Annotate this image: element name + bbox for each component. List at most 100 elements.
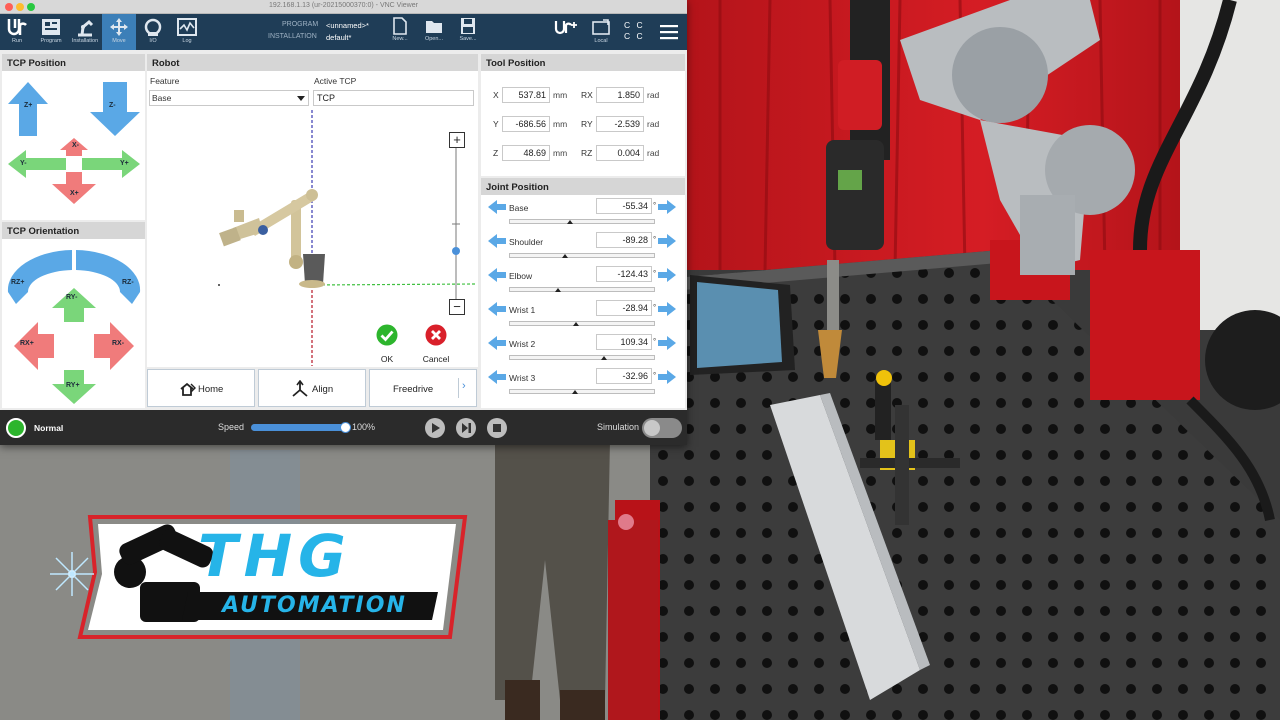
joint-unit: ° [653,337,657,346]
home-button[interactable]: Home [147,369,255,407]
new-program-button[interactable]: New... [385,14,415,50]
rz-minus-label[interactable]: RZ- [122,279,134,286]
ry-minus-label[interactable]: RY- [66,294,77,301]
tool-rz-axis: RZ [581,148,593,158]
ur-plus-icon [554,21,577,35]
arrow-left-icon [487,234,507,253]
rx-plus-label[interactable]: RX+ [20,340,34,347]
ok-button[interactable]: OK [375,324,399,364]
joint-value-field[interactable]: -28.94 [596,300,652,316]
tcp-orientation-title: TCP Orientation [2,222,145,239]
cc-indicator: C C C C [624,20,645,41]
joint-range-track [509,321,655,326]
arrow-right-icon [657,200,677,219]
stop-icon [493,424,501,432]
joint-decrease-button[interactable] [487,233,507,254]
arrow-left-icon [487,370,507,389]
zoom-out-button[interactable]: − [449,299,465,315]
home-icon [180,382,196,396]
rx-minus-label[interactable]: RX- [112,340,124,347]
freedrive-button[interactable]: Freedrive › [369,369,477,407]
tool-z-field[interactable]: 48.69 [502,145,550,161]
local-mode-button[interactable]: Local [586,14,616,50]
robot-title: Robot [147,54,478,71]
joint-unit: ° [653,371,657,380]
align-button[interactable]: Align [258,369,366,407]
speed-slider-knob[interactable] [340,422,351,433]
joint-decrease-button[interactable] [487,369,507,390]
tab-log[interactable]: Log [170,14,204,50]
joint-decrease-button[interactable] [487,267,507,288]
step-button[interactable] [456,418,476,438]
joint-value-field[interactable]: -55.34 [596,198,652,214]
tab-move-label: Move [112,38,126,44]
tool-rx-field[interactable]: 1.850 [596,87,644,103]
active-tcp-field[interactable]: TCP [313,90,474,106]
window-title: 192.168.1.13 (ur-20215000370:0) - VNC Vi… [269,2,418,9]
z-minus-button[interactable]: Z- [88,80,142,138]
joint-value-field[interactable]: 109.34 [596,334,652,350]
tab-run[interactable]: Run [0,14,34,50]
tab-program[interactable]: Program [34,14,68,50]
joint-position-marker [600,356,607,360]
rz-plus-label[interactable]: RZ+ [11,279,24,286]
tab-installation[interactable]: Installation [68,14,102,50]
stop-button[interactable] [487,418,507,438]
z-plus-button[interactable]: Z+ [6,80,50,138]
y-plus-label: Y+ [120,160,129,167]
joint-increase-button[interactable] [657,335,677,356]
cancel-button[interactable]: Cancel [418,324,454,364]
joint-decrease-button[interactable] [487,335,507,356]
logo-thg-text: THG [198,522,352,590]
joint-decrease-button[interactable] [487,199,507,220]
tab-run-label: Run [11,38,23,44]
status-bar: Normal Speed 100% Simulation [0,410,687,445]
tool-z-unit: mm [553,148,568,158]
joint-name: Wrist 3 [509,373,536,383]
tool-x-unit: mm [553,90,568,100]
joint-increase-button[interactable] [657,369,677,390]
joint-increase-button[interactable] [657,233,677,254]
tool-ry-field[interactable]: -2.539 [596,116,644,132]
arrow-right-icon [657,336,677,355]
joint-value-field[interactable]: -32.96 [596,368,652,384]
joint-position-marker [573,322,580,326]
joint-increase-button[interactable] [657,301,677,322]
align-label: Align [312,384,334,395]
joint-value-field[interactable]: -89.28 [596,232,652,248]
program-label: PROGRAM [282,21,319,28]
arrow-right-icon [657,302,677,321]
arrow-up-icon [8,82,48,136]
feature-select[interactable]: Base [149,90,309,106]
hamburger-menu-button[interactable] [658,23,680,41]
joint-decrease-button[interactable] [487,301,507,322]
save-program-button[interactable]: Save... [453,14,483,50]
play-button[interactable] [425,418,445,438]
joint-increase-button[interactable] [657,199,677,220]
speed-slider[interactable] [251,422,351,433]
ry-plus-label[interactable]: RY+ [66,382,80,389]
joint-row: Wrist 1 -28.94 ° [487,300,677,335]
y-plus-arrow [82,150,140,178]
tool-rz-field[interactable]: 0.004 [596,145,644,161]
simulation-toggle[interactable] [642,418,682,438]
joint-name: Elbow [509,271,533,281]
arrow-left-icon [487,200,507,219]
z-minus-label: Z- [109,102,116,109]
joint-unit: ° [653,303,657,312]
tool-y-field[interactable]: -686.56 [502,116,550,132]
tool-x-field[interactable]: 537.81 [502,87,550,103]
robot-status-indicator[interactable] [6,418,26,438]
joint-position-marker [567,220,574,224]
joint-value-field[interactable]: -124.43 [596,266,652,282]
tab-io[interactable]: I/O [136,14,170,50]
new-program-label: New... [392,36,408,42]
tool-y-unit: mm [553,119,568,129]
zoom-in-button[interactable]: + [449,132,465,148]
joint-increase-button[interactable] [657,267,677,288]
open-program-button[interactable]: Open... [419,14,449,50]
installation-label: INSTALLATION [268,33,317,40]
ur-plus-button[interactable] [552,14,580,50]
home-label: Home [198,384,224,395]
tab-move[interactable]: Move [102,14,136,50]
